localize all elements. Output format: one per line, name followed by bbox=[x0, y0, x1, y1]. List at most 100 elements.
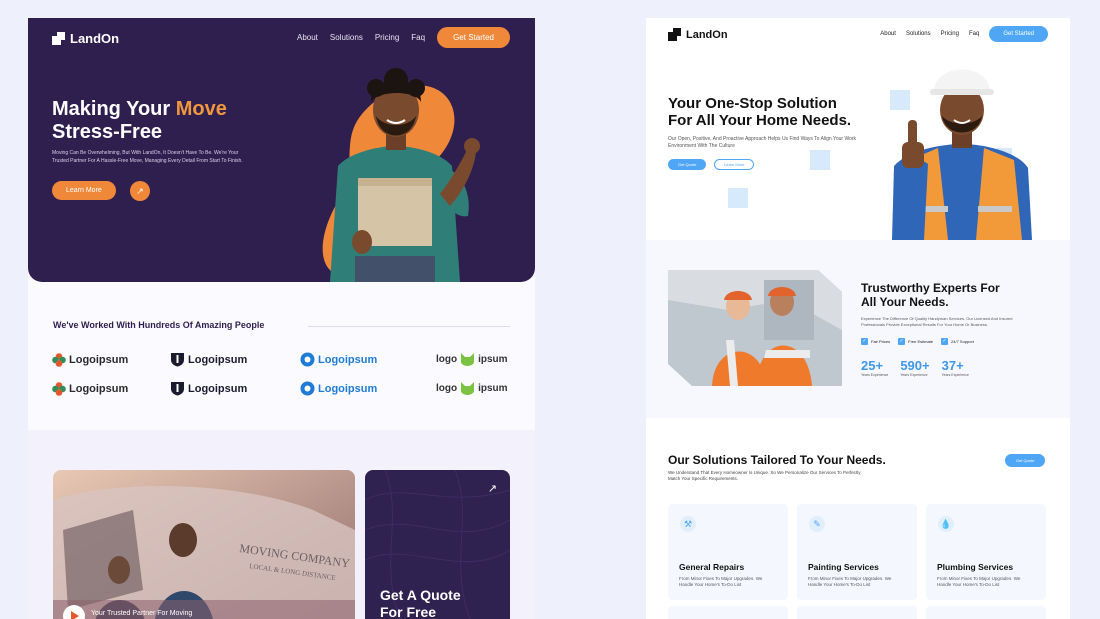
partner-logo-text: Logoipsum bbox=[188, 382, 248, 395]
service-card[interactable] bbox=[926, 606, 1046, 619]
paint-brush-icon: ✎ bbox=[809, 516, 825, 532]
get-started-button[interactable]: Get Started bbox=[437, 27, 510, 48]
nav-about[interactable]: About bbox=[297, 33, 318, 42]
learn-more-button[interactable]: Learn More bbox=[714, 159, 755, 170]
partner-logo: Logoipsum bbox=[300, 352, 436, 367]
brand-logo[interactable]: LandOn bbox=[668, 28, 728, 41]
brand-logo[interactable]: LandOn bbox=[52, 31, 119, 46]
partner-logo: logo ipsum bbox=[436, 352, 512, 367]
nav-pricing[interactable]: Pricing bbox=[375, 33, 399, 42]
check-label: 24/7 Support bbox=[951, 339, 974, 344]
service-title: Plumbing Services bbox=[937, 562, 1014, 572]
hero-title-line1: Your One-Stop Solution bbox=[668, 95, 837, 112]
hero-title-part: Making Your bbox=[52, 98, 176, 120]
check-item: ✓ Fair Prices bbox=[861, 338, 890, 345]
hero-description: Our Open, Positive, And Proactive Approa… bbox=[668, 136, 857, 149]
van-caption: Your Trusted Partner For Moving bbox=[91, 610, 193, 617]
service-card[interactable] bbox=[668, 606, 788, 619]
about-title-line2: All Your Needs. bbox=[861, 295, 949, 309]
stat-item: 25+ Years Experience bbox=[861, 358, 888, 377]
partner-logo-text: Logoipsum bbox=[69, 382, 129, 395]
check-icon: ✓ bbox=[861, 338, 868, 345]
hero-title: Your One-Stop Solution For All Your Home… bbox=[668, 95, 851, 129]
partner-logo-text: logo bbox=[436, 354, 458, 365]
nav-solutions[interactable]: Solutions bbox=[906, 31, 931, 37]
main-nav: About Solutions Pricing Faq Get Started bbox=[297, 27, 510, 48]
shield-logo-icon bbox=[171, 353, 184, 367]
service-title: Painting Services bbox=[808, 562, 879, 572]
nav-faq[interactable]: Faq bbox=[411, 33, 425, 42]
divider bbox=[308, 326, 510, 327]
partners-heading: We've Worked With Hundreds Of Amazing Pe… bbox=[53, 320, 265, 330]
partner-logo-text: logo bbox=[436, 383, 458, 394]
service-title: General Repairs bbox=[679, 562, 745, 572]
partner-logo-text: Logoipsum bbox=[188, 353, 248, 366]
hero-title-accent: Move bbox=[175, 98, 227, 120]
main-nav: About Solutions Pricing Faq Get Started bbox=[880, 26, 1048, 42]
partner-logo-text: Logoipsum bbox=[318, 353, 378, 366]
learn-more-button[interactable]: Learn More bbox=[52, 181, 116, 200]
services-description: We Understand That Every Homeowner Is Un… bbox=[668, 470, 861, 481]
check-icon: ✓ bbox=[898, 338, 906, 345]
get-quote-button[interactable]: Get Quote bbox=[668, 159, 707, 170]
stat-item: 590+ Years Experience bbox=[900, 358, 929, 377]
decor-square bbox=[728, 188, 748, 208]
shield-logo-icon bbox=[171, 382, 184, 396]
nav-about[interactable]: About bbox=[880, 31, 896, 37]
get-quote-button[interactable]: Get Quote bbox=[1005, 454, 1046, 467]
quote-card[interactable]: ↗ Get A Quote For Free bbox=[365, 470, 510, 619]
stat-label: Years Experience bbox=[900, 373, 928, 377]
logo-icon bbox=[668, 28, 681, 41]
stat-item: 37+ Years Experience bbox=[942, 358, 969, 377]
service-card[interactable]: 💧 Plumbing Services From Minor Fixes To … bbox=[926, 504, 1046, 600]
service-description: From Minor Fixes To Major Upgrades. We H… bbox=[679, 576, 763, 587]
partner-logo-text: Logoipsum bbox=[318, 382, 378, 395]
decor-square bbox=[810, 150, 830, 170]
moving-van-photo[interactable]: MOVING COMPANY LOCAL & LONG DISTANCE bbox=[53, 470, 355, 619]
worker-photo bbox=[892, 69, 1032, 240]
arrow-up-right-icon[interactable]: ↗ bbox=[130, 181, 150, 201]
stat-label: Years Experience bbox=[861, 373, 889, 377]
nav-solutions[interactable]: Solutions bbox=[330, 33, 363, 42]
stat-label: Years Experience bbox=[941, 373, 969, 377]
partner-logo: Logoipsum bbox=[52, 352, 170, 367]
partner-logo-text: ipsum bbox=[478, 383, 508, 394]
cat-logo-icon bbox=[461, 382, 475, 395]
check-label: Free Estimate bbox=[908, 339, 934, 344]
hero-title-line2: For All Your Home Needs. bbox=[668, 112, 852, 129]
check-icon: ✓ bbox=[941, 338, 949, 345]
check-item: ✓ 24/7 Support bbox=[941, 338, 974, 345]
partner-logo: Logoipsum bbox=[170, 352, 300, 367]
about-title-line1: Trustworthy Experts For bbox=[861, 281, 1000, 295]
service-card[interactable]: ⚒ General Repairs From Minor Fixes To Ma… bbox=[668, 504, 788, 600]
about-title: Trustworthy Experts For All Your Needs. bbox=[861, 281, 1000, 309]
hero-description: Moving Can Be Overwhelming, But With Lan… bbox=[52, 150, 243, 164]
water-drop-icon: 💧 bbox=[938, 516, 954, 532]
partner-logo: Logoipsum bbox=[300, 381, 436, 396]
hero-title: Making Your Move Stress-Free bbox=[52, 98, 227, 144]
arrow-up-right-icon[interactable]: ↗ bbox=[488, 482, 497, 495]
nav-pricing[interactable]: Pricing bbox=[941, 31, 959, 37]
logo-icon bbox=[52, 32, 65, 45]
cat-logo-icon bbox=[461, 353, 475, 366]
feature-checklist: ✓ Fair Prices ✓ Free Estimate ✓ 24/7 Suppor… bbox=[861, 338, 974, 345]
clover-logo-icon bbox=[52, 381, 66, 396]
hammer-icon: ⚒ bbox=[680, 516, 696, 532]
circle-logo-icon bbox=[300, 352, 315, 367]
hero-section: LandOn About Solutions Pricing Faq Get S… bbox=[646, 18, 1070, 240]
clover-logo-icon bbox=[52, 352, 66, 367]
stat-number: 25+ bbox=[861, 358, 884, 373]
nav-faq[interactable]: Faq bbox=[969, 31, 979, 37]
service-description: From Minor Fixes To Major Upgrades. We H… bbox=[937, 576, 1021, 587]
service-description: From Minor Fixes To Major Upgrades. We H… bbox=[808, 576, 892, 587]
service-card[interactable] bbox=[797, 606, 917, 619]
partner-logos: Logoipsum Logoipsum Logoipsum logo ipsum… bbox=[52, 352, 512, 396]
partner-logo-text: Logoipsum bbox=[69, 353, 129, 366]
stat-number: 590+ bbox=[900, 358, 930, 373]
get-started-button[interactable]: Get Started bbox=[989, 26, 1048, 42]
partner-logo: logo ipsum bbox=[436, 381, 512, 396]
circle-logo-icon bbox=[300, 381, 315, 396]
hero-title-line2: Stress-Free bbox=[52, 121, 163, 143]
service-card[interactable]: ✎ Painting Services From Minor Fixes To … bbox=[797, 504, 917, 600]
quote-title: Get A Quote For Free bbox=[380, 587, 461, 619]
